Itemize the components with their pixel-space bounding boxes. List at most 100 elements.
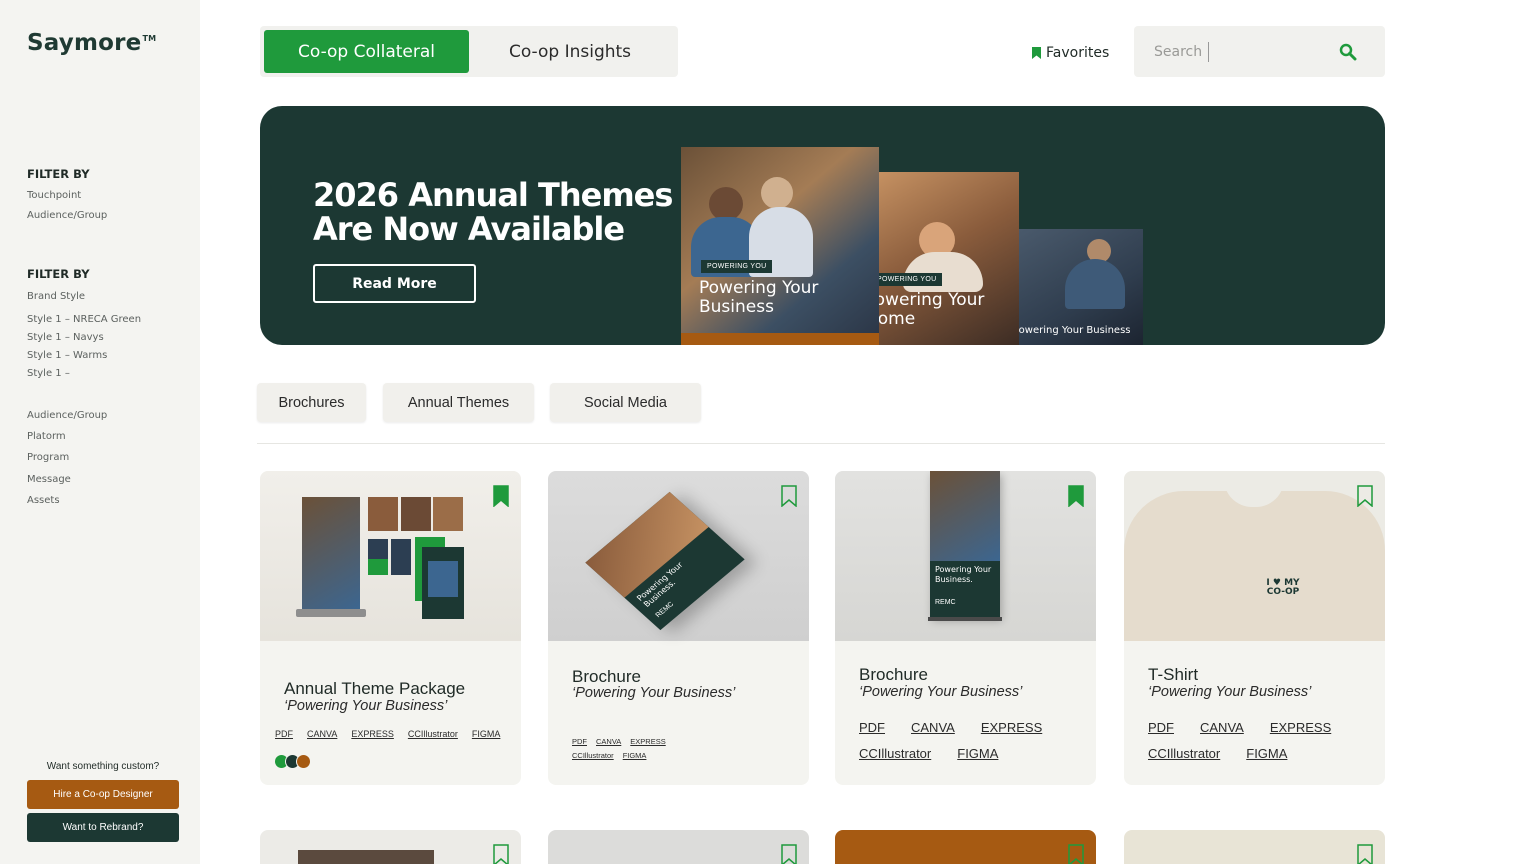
chip-social-media[interactable]: Social Media: [550, 383, 701, 422]
card-image: Powering Your Business. REMC: [548, 471, 809, 641]
asset-card-partial[interactable]: [1124, 830, 1385, 864]
banner-label: Powering Your Business.: [935, 565, 992, 584]
card-image: I ♥ MY CO-OP: [1124, 471, 1385, 641]
banner-stand-base: [296, 609, 366, 617]
poster-title: Powering Your Business: [1017, 325, 1131, 336]
banner-photo: [930, 471, 1000, 561]
link-canva[interactable]: CANVA: [307, 729, 337, 739]
filter-item-touchpoint[interactable]: Touchpoint: [27, 190, 81, 201]
rebrand-button[interactable]: Want to Rebrand?: [27, 813, 179, 842]
hero-banner: 2026 Annual Themes Are Now Available Rea…: [260, 106, 1385, 345]
asset-card-partial[interactable]: [548, 830, 809, 864]
hero-title: 2026 Annual Themes Are Now Available: [313, 176, 673, 248]
bookmark-icon[interactable]: [1357, 485, 1373, 507]
bookmark-icon[interactable]: [1357, 844, 1373, 864]
bookmark-icon[interactable]: [781, 485, 797, 507]
bookmark-icon[interactable]: [1068, 485, 1084, 507]
link-express[interactable]: EXPRESS: [981, 715, 1042, 741]
read-more-button[interactable]: Read More: [313, 264, 476, 303]
search-box: [1134, 26, 1385, 77]
link-figma[interactable]: FIGMA: [623, 749, 647, 763]
card-subtitle: ‘Powering Your Business’: [859, 684, 1023, 700]
poster-title: Powering Your Business: [699, 278, 819, 317]
link-figma[interactable]: FIGMA: [957, 741, 998, 767]
asset-card[interactable]: I ♥ MY CO-OP T-Shirt ‘Powering Your Busi…: [1124, 471, 1385, 785]
bookmark-icon: [1032, 47, 1041, 59]
filter-item-style-warms[interactable]: Style 1 – Warms: [27, 350, 107, 361]
tab-coop-collateral[interactable]: Co-op Collateral: [264, 30, 469, 73]
bookmark-icon[interactable]: [1068, 844, 1084, 864]
favorites-link[interactable]: Favorites: [1032, 45, 1109, 61]
link-figma[interactable]: FIGMA: [1246, 741, 1287, 767]
search-icon[interactable]: [1339, 43, 1357, 61]
download-links: PDF CANVA EXPRESS CCIllustrator FIGMA: [275, 729, 514, 739]
filter-item-style-blank[interactable]: Style 1 –: [27, 368, 70, 379]
thumbnail: [401, 497, 431, 531]
asset-card-partial[interactable]: [260, 830, 521, 864]
filter-item-audience-group[interactable]: Audience/Group: [27, 410, 107, 421]
asset-card[interactable]: Annual Theme Package ‘Powering Your Busi…: [260, 471, 521, 785]
hire-designer-button[interactable]: Hire a Co-op Designer: [27, 780, 179, 809]
person-figure: [709, 187, 743, 221]
card-image: Powering Your Business. REMC: [835, 471, 1096, 641]
brand-logo[interactable]: SaymoreTM: [27, 30, 156, 56]
link-canva[interactable]: CANVA: [596, 735, 621, 749]
link-express[interactable]: EXPRESS: [630, 735, 665, 749]
hero-poster-image: POWERING YOU Powering Your Home: [879, 172, 1019, 345]
link-pdf[interactable]: PDF: [1148, 715, 1174, 741]
filter-item-style-navys[interactable]: Style 1 – Navys: [27, 332, 104, 343]
link-express[interactable]: EXPRESS: [351, 729, 394, 739]
chip-annual-themes[interactable]: Annual Themes: [383, 383, 534, 422]
asset-card-partial[interactable]: [835, 830, 1096, 864]
brochure-photo: [585, 491, 709, 598]
link-pdf[interactable]: PDF: [572, 735, 587, 749]
link-figma[interactable]: FIGMA: [472, 729, 501, 739]
thumbnail: [391, 539, 411, 575]
person-figure: [1065, 259, 1125, 309]
chip-brochures[interactable]: Brochures: [257, 383, 366, 422]
download-links: PDF CANVA EXPRESS CCIllustrator FIGMA: [859, 715, 1079, 767]
card-image: [260, 471, 521, 641]
filter-item-audience[interactable]: Audience/Group: [27, 210, 107, 221]
filter-item-platform[interactable]: Platorm: [27, 431, 66, 442]
thumbnail: [368, 497, 398, 531]
card-title: Annual Theme Package: [284, 679, 466, 698]
link-canva[interactable]: CANVA: [1200, 715, 1244, 741]
text-cursor: [1208, 42, 1209, 62]
bookmark-icon[interactable]: [493, 485, 509, 507]
link-express[interactable]: EXPRESS: [1270, 715, 1331, 741]
thumbnail: [428, 561, 458, 597]
link-canva[interactable]: CANVA: [911, 715, 955, 741]
tshirt-print: I ♥ MY CO-OP: [1266, 578, 1300, 597]
bookmark-icon[interactable]: [493, 844, 509, 864]
asset-card[interactable]: Powering Your Business. REMC Brochure ‘P…: [548, 471, 809, 785]
link-ccillustrator[interactable]: CCIllustrator: [408, 729, 458, 739]
filter-item-program[interactable]: Program: [27, 452, 69, 463]
bookmark-icon[interactable]: [781, 844, 797, 864]
download-links: PDF CANVA EXPRESS CCIllustrator FIGMA: [1148, 715, 1368, 767]
asset-card[interactable]: Powering Your Business. REMC Brochure ‘P…: [835, 471, 1096, 785]
filter-item-message[interactable]: Message: [27, 474, 71, 485]
banner-mockup: Powering Your Business. REMC: [930, 471, 1000, 617]
download-links: PDF CANVA EXPRESS CCIllustrator FIGMA: [572, 735, 702, 763]
favorites-label: Favorites: [1046, 45, 1110, 61]
link-ccillustrator[interactable]: CCIllustrator: [572, 749, 614, 763]
banner-stand-mockup: [302, 497, 360, 609]
swatch-warm[interactable]: [296, 754, 311, 769]
card-title: Brochure: [859, 665, 928, 684]
filter-item-brand-style[interactable]: Brand Style: [27, 291, 85, 302]
card-title: Brochure: [572, 667, 641, 686]
search-input[interactable]: [1154, 41, 1334, 63]
card-subtitle: ‘Powering Your Business’: [572, 685, 736, 701]
color-swatches: [274, 754, 311, 769]
link-pdf[interactable]: PDF: [859, 715, 885, 741]
link-ccillustrator[interactable]: CCIllustrator: [1148, 741, 1220, 767]
tab-coop-insights[interactable]: Co-op Insights: [480, 30, 660, 73]
filter-item-style-green[interactable]: Style 1 – NRECA Green: [27, 314, 141, 325]
filter-item-assets[interactable]: Assets: [27, 495, 60, 506]
hero-poster-image: POWERING YOU Powering Your Business: [681, 147, 879, 345]
link-pdf[interactable]: PDF: [275, 729, 293, 739]
tshirt-mockup: [1124, 491, 1385, 641]
poster-title: Powering Your Home: [879, 290, 985, 329]
link-ccillustrator[interactable]: CCIllustrator: [859, 741, 931, 767]
